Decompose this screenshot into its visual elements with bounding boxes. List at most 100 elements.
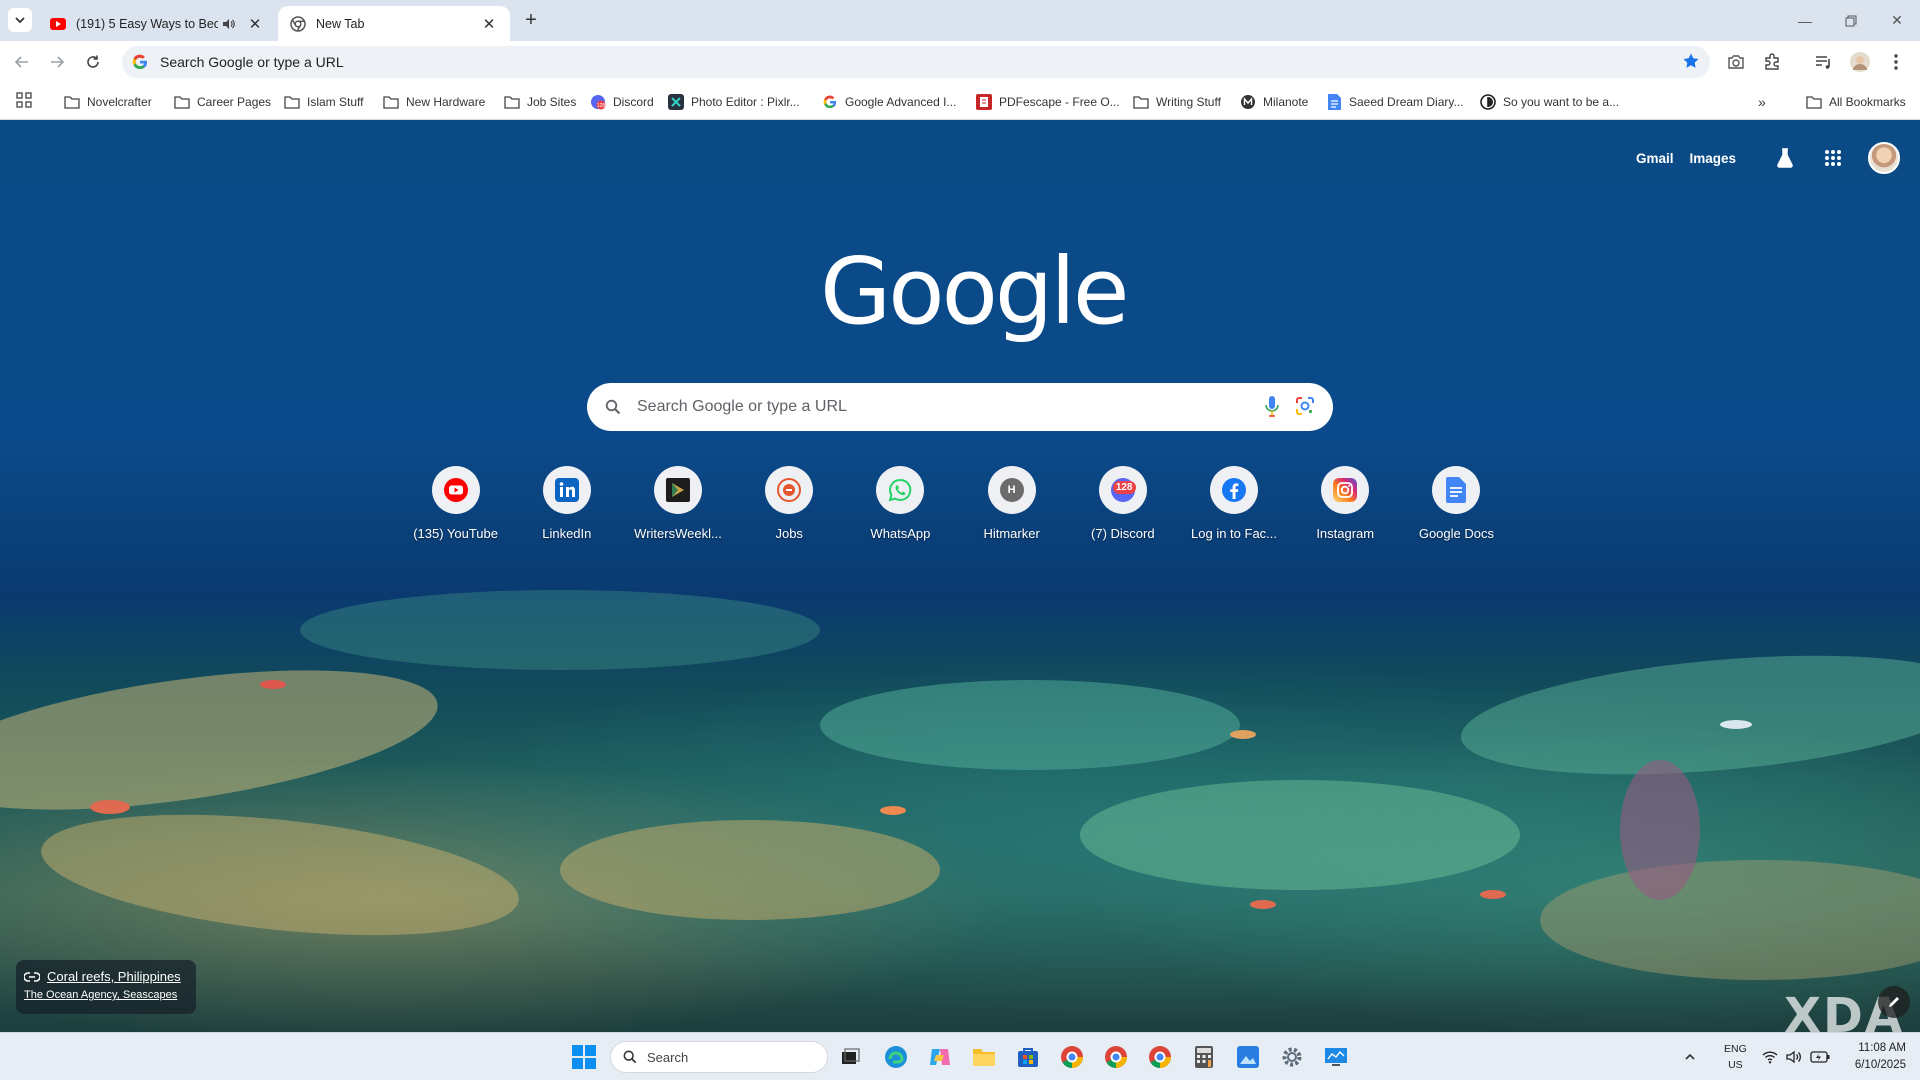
new-tab-page: Gmail Images Google (135) YouTube bbox=[0, 120, 1920, 1032]
account-avatar[interactable] bbox=[1868, 142, 1900, 174]
profile-avatar[interactable] bbox=[1848, 50, 1872, 74]
shortcut-linkedin[interactable]: LinkedIn bbox=[511, 466, 622, 541]
shortcut-discord[interactable]: 128 (7) Discord bbox=[1067, 466, 1178, 541]
bookmark-writing-stuff[interactable]: Writing Stuff bbox=[1133, 91, 1221, 113]
hitmarker-letter: H bbox=[999, 478, 1024, 502]
settings-gear-icon[interactable] bbox=[1278, 1043, 1306, 1071]
shortcut-label: (7) Discord bbox=[1091, 526, 1155, 541]
all-bookmarks-button[interactable]: All Bookmarks bbox=[1806, 91, 1906, 113]
volume-icon[interactable] bbox=[1786, 1033, 1802, 1080]
apps-grid-icon[interactable] bbox=[16, 92, 34, 110]
tab-new-tab[interactable]: New Tab ✕ bbox=[278, 6, 510, 41]
bookmark-so-you-want[interactable]: So you want to be a... bbox=[1480, 91, 1619, 113]
images-link[interactable]: Images bbox=[1689, 151, 1736, 166]
battery-icon[interactable] bbox=[1810, 1033, 1830, 1080]
edge-icon[interactable] bbox=[882, 1043, 910, 1071]
shortcut-facebook[interactable]: Log in to Fac... bbox=[1178, 466, 1289, 541]
search-box[interactable] bbox=[587, 383, 1333, 431]
wifi-icon[interactable] bbox=[1762, 1033, 1778, 1080]
shortcut-youtube[interactable]: (135) YouTube bbox=[400, 466, 511, 541]
store-icon[interactable] bbox=[1014, 1043, 1042, 1071]
discord-icon: 128 bbox=[1098, 466, 1147, 514]
photos-icon[interactable] bbox=[1234, 1043, 1262, 1071]
clock-time: 11:08 AM bbox=[1858, 1042, 1906, 1054]
chevron-down-icon bbox=[15, 17, 25, 24]
bookmark-google-advanced[interactable]: Google Advanced I... bbox=[822, 91, 956, 113]
link-icon bbox=[24, 971, 40, 982]
shortcut-hitmarker[interactable]: H Hitmarker bbox=[956, 466, 1067, 541]
microphone-icon[interactable] bbox=[1265, 396, 1279, 423]
back-button[interactable] bbox=[9, 49, 35, 75]
labs-flask-icon[interactable] bbox=[1770, 143, 1800, 173]
shortcut-google-docs[interactable]: Google Docs bbox=[1401, 466, 1512, 541]
extensions-icon[interactable] bbox=[1760, 50, 1784, 74]
bookmark-pixlr[interactable]: Photo Editor : Pixlr... bbox=[668, 91, 800, 113]
attribution-credit[interactable]: The Ocean Agency, Seascapes bbox=[24, 989, 188, 1001]
tab-search-button[interactable] bbox=[8, 8, 32, 32]
bookmark-islam-stuff[interactable]: Islam Stuff bbox=[284, 91, 363, 113]
bookmark-label: New Hardware bbox=[406, 95, 486, 109]
address-bar[interactable] bbox=[122, 46, 1710, 78]
search-input[interactable] bbox=[637, 398, 1227, 416]
input-language-indicator[interactable]: ENG US bbox=[1724, 1041, 1747, 1073]
close-tab-icon[interactable]: ✕ bbox=[480, 15, 498, 33]
minimize-icon: — bbox=[1798, 12, 1812, 29]
chrome-app-icon[interactable] bbox=[1058, 1043, 1086, 1071]
bookmark-milanote[interactable]: Milanote bbox=[1240, 91, 1308, 113]
bookmark-job-sites[interactable]: Job Sites bbox=[504, 91, 576, 113]
lang-line1: ENG bbox=[1724, 1043, 1747, 1055]
copilot-icon[interactable] bbox=[926, 1043, 954, 1071]
camera-icon[interactable] bbox=[1724, 50, 1748, 74]
bookmark-star-icon[interactable] bbox=[1682, 52, 1700, 75]
bookmark-label: Career Pages bbox=[197, 95, 272, 109]
bookmark-label: Google Advanced I... bbox=[845, 95, 957, 109]
chrome-profile-2-icon[interactable] bbox=[1102, 1043, 1130, 1071]
bookmark-label: Islam Stuff bbox=[307, 95, 364, 109]
media-controls-icon[interactable] bbox=[1812, 50, 1836, 74]
attribution-title[interactable]: Coral reefs, Philippines bbox=[47, 969, 181, 984]
tab-title: (191) 5 Easy Ways to Becom bbox=[76, 16, 218, 31]
site-icon bbox=[1480, 94, 1496, 110]
bookmark-new-hardware[interactable]: New Hardware bbox=[383, 91, 485, 113]
tab-youtube[interactable]: (191) 5 Easy Ways to Becom ✕ bbox=[38, 6, 276, 41]
customize-chrome-button[interactable] bbox=[1878, 986, 1910, 1018]
bookmark-label: Writing Stuff bbox=[1156, 95, 1221, 109]
background-attribution[interactable]: Coral reefs, Philippines The Ocean Agenc… bbox=[16, 960, 196, 1014]
google-apps-icon[interactable] bbox=[1818, 143, 1848, 173]
google-lens-icon[interactable] bbox=[1295, 396, 1315, 421]
system-clock[interactable]: 11:08 AM 6/10/2025 bbox=[1855, 1040, 1906, 1074]
bookmarks-overflow-button[interactable]: » bbox=[1758, 91, 1766, 113]
windows-start-icon[interactable] bbox=[572, 1045, 596, 1069]
forward-button[interactable] bbox=[44, 49, 70, 75]
gmail-link[interactable]: Gmail bbox=[1636, 151, 1674, 166]
new-tab-button[interactable]: + bbox=[520, 8, 542, 32]
close-window-button[interactable]: ✕ bbox=[1874, 0, 1920, 41]
arrow-right-icon bbox=[51, 56, 65, 68]
more-menu-icon[interactable] bbox=[1884, 50, 1908, 74]
minimize-button[interactable]: — bbox=[1782, 0, 1828, 41]
bookmark-saeed-dream-diary[interactable]: Saeed Dream Diary... bbox=[1326, 91, 1464, 113]
shortcut-whatsapp[interactable]: WhatsApp bbox=[845, 466, 956, 541]
bookmark-pdfescape[interactable]: PDFescape - Free O... bbox=[976, 91, 1120, 113]
calculator-icon[interactable] bbox=[1190, 1043, 1218, 1071]
taskbar-search[interactable]: Search bbox=[610, 1041, 828, 1073]
show-hidden-icons-button[interactable] bbox=[1684, 1033, 1696, 1080]
bookmark-career-pages[interactable]: Career Pages bbox=[174, 91, 271, 113]
jobs-icon bbox=[765, 466, 814, 514]
bookmark-novelcrafter[interactable]: Novelcrafter bbox=[64, 91, 152, 113]
bookmark-discord[interactable]: 128 Discord bbox=[590, 91, 654, 113]
reload-button[interactable] bbox=[80, 49, 106, 75]
monitor-app-icon[interactable] bbox=[1322, 1043, 1350, 1071]
close-tab-icon[interactable]: ✕ bbox=[246, 15, 264, 33]
address-input[interactable] bbox=[160, 54, 1560, 70]
close-icon: ✕ bbox=[1891, 12, 1903, 28]
folder-icon bbox=[284, 94, 300, 110]
shortcut-jobs[interactable]: Jobs bbox=[734, 466, 845, 541]
file-explorer-icon[interactable] bbox=[970, 1043, 998, 1071]
speaker-icon[interactable] bbox=[222, 18, 236, 30]
restore-button[interactable] bbox=[1828, 0, 1874, 41]
task-view-icon[interactable] bbox=[836, 1043, 864, 1071]
shortcut-writersweekly[interactable]: WritersWeekl... bbox=[622, 466, 733, 541]
chrome-profile-3-icon[interactable] bbox=[1146, 1043, 1174, 1071]
shortcut-instagram[interactable]: Instagram bbox=[1290, 466, 1401, 541]
